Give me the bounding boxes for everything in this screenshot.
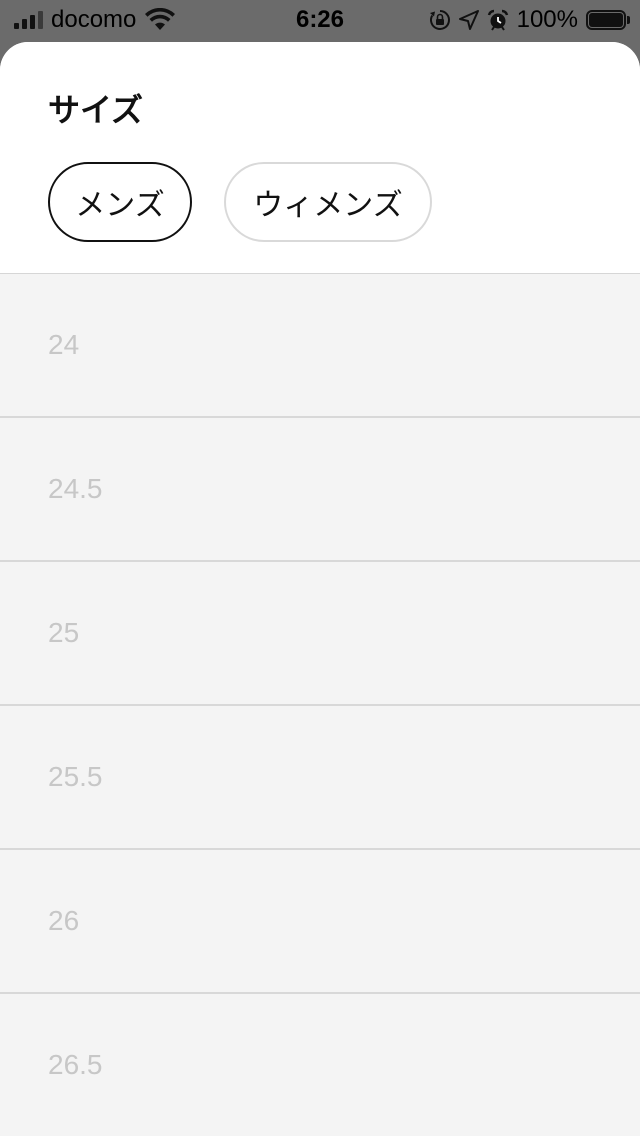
sheet-header: サイズ メンズ ウィメンズ — [0, 42, 640, 274]
status-bar-right: 100% — [429, 6, 630, 34]
size-option-25[interactable]: 25 — [0, 562, 640, 706]
size-option-26-5[interactable]: 26.5 — [0, 994, 640, 1136]
status-bar: docomo 6:26 100% — [0, 0, 640, 40]
battery-percent: 100% — [516, 6, 578, 33]
mens-toggle-button[interactable]: メンズ — [48, 162, 192, 242]
size-label: 24 — [48, 329, 80, 360]
size-picker-sheet: サイズ メンズ ウィメンズ 24 24.5 25 25.5 26 26.5 — [0, 42, 640, 1136]
womens-toggle-button[interactable]: ウィメンズ — [224, 162, 432, 242]
size-option-24-5[interactable]: 24.5 — [0, 418, 640, 562]
size-option-24[interactable]: 24 — [0, 274, 640, 418]
location-icon — [458, 10, 479, 30]
size-label: 26 — [48, 905, 80, 936]
alarm-icon — [487, 9, 508, 31]
orientation-lock-icon — [429, 10, 450, 30]
size-option-26[interactable]: 26 — [0, 850, 640, 994]
size-option-25-5[interactable]: 25.5 — [0, 706, 640, 850]
size-label: 26.5 — [48, 1049, 103, 1080]
size-label: 24.5 — [48, 473, 103, 504]
gender-segment-control: メンズ ウィメンズ — [48, 162, 432, 242]
size-label: 25 — [48, 617, 80, 648]
battery-icon — [586, 10, 630, 30]
size-list: 24 24.5 25 25.5 26 26.5 — [0, 274, 640, 1136]
screen: docomo 6:26 100% サイズ メンズ ウィメンズ 24 24.5 2… — [0, 0, 640, 1136]
sheet-title: サイズ — [48, 91, 144, 129]
size-label: 25.5 — [48, 761, 103, 792]
